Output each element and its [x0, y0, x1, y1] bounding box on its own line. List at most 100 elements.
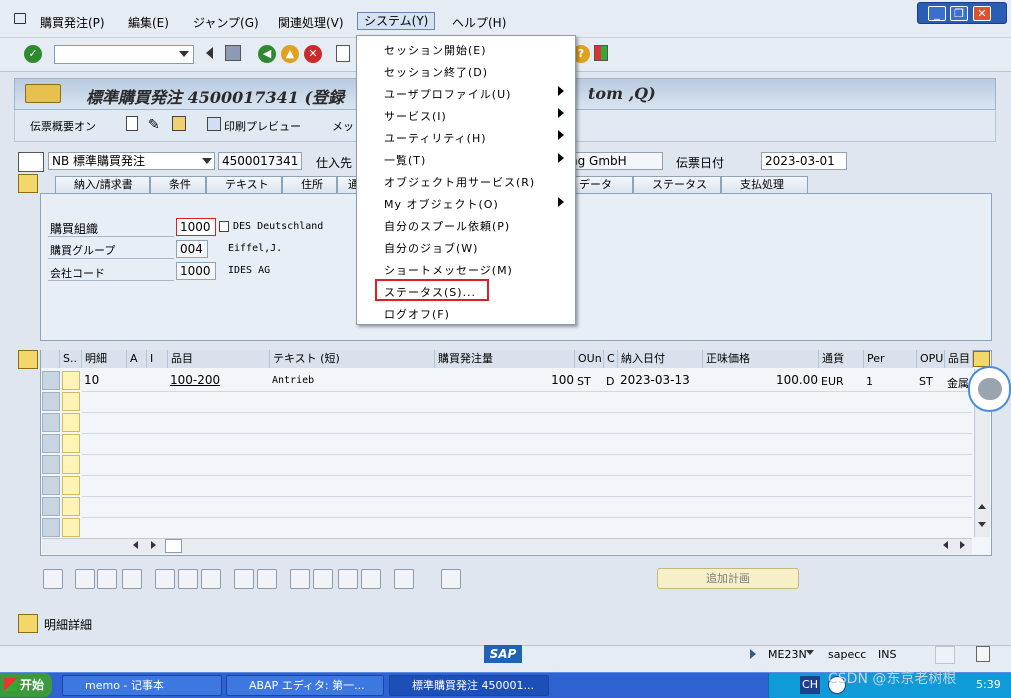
purch-org-field[interactable]: 1000: [176, 218, 216, 236]
messages-button[interactable]: メッ: [332, 118, 354, 134]
column-delivery-date[interactable]: 納入日付: [618, 350, 703, 368]
print-icon[interactable]: [336, 45, 350, 62]
taskbar-item-purchase-order[interactable]: 標準購買発注 450001...: [389, 675, 549, 696]
assistant-icon[interactable]: [968, 366, 1011, 412]
status-expand-icon[interactable]: [750, 649, 756, 659]
tab-address[interactable]: 住所: [282, 176, 337, 194]
unlock-icon[interactable]: [201, 569, 221, 589]
cell-opu[interactable]: ST: [919, 375, 933, 388]
cell-per[interactable]: 1: [866, 375, 873, 388]
cell-quantity[interactable]: 100: [540, 373, 574, 387]
filter-icon[interactable]: [338, 569, 358, 589]
lock-icon[interactable]: [178, 569, 198, 589]
services-icon[interactable]: [394, 569, 414, 589]
row-selector[interactable]: [42, 455, 60, 474]
menu-item-logoff[interactable]: ログオフ(F): [384, 306, 450, 322]
menu-item-create-session[interactable]: セッション開始(E): [384, 42, 487, 58]
document-type-dropdown-icon[interactable]: [202, 158, 212, 164]
menu-purchase-order[interactable]: 購買発注(P): [40, 14, 105, 31]
back-icon[interactable]: ◀: [258, 45, 276, 63]
command-field[interactable]: [54, 45, 194, 64]
layout-icon[interactable]: [594, 45, 608, 61]
row-flag[interactable]: [62, 413, 80, 432]
row-selector[interactable]: [42, 413, 60, 432]
menu-edit[interactable]: 編集(E): [128, 14, 169, 31]
copy-row-icon[interactable]: [234, 569, 254, 589]
cell-delivery-date[interactable]: 2023-03-13: [620, 373, 690, 387]
menu-item-object-services[interactable]: オブジェクト用サービス(R): [384, 174, 535, 190]
additional-planning-button[interactable]: 追加計画: [657, 568, 799, 589]
other-document-icon[interactable]: [172, 116, 186, 131]
lock-status-icon[interactable]: [976, 646, 990, 662]
tab-conditions[interactable]: 条件: [150, 176, 206, 194]
menu-item-user-profile[interactable]: ユーザプロファイル(U): [384, 86, 511, 102]
document-overview-button[interactable]: 伝票概要オン: [30, 118, 96, 134]
back-arrow-icon[interactable]: [206, 47, 213, 59]
row-selector[interactable]: [42, 392, 60, 411]
sort-descending-icon[interactable]: [313, 569, 333, 589]
menu-item-list[interactable]: 一覧(T): [384, 152, 426, 168]
taskbar-item-notepad[interactable]: memo - 记事本: [62, 675, 222, 696]
minimize-icon[interactable]: _: [928, 6, 946, 21]
menu-item-services[interactable]: サービス(I): [384, 108, 447, 124]
item-detail-toggle-icon[interactable]: [18, 614, 38, 633]
tab-status[interactable]: ステータス: [633, 176, 721, 194]
column-per[interactable]: Per: [864, 350, 917, 368]
row-selector[interactable]: [42, 434, 60, 453]
menu-item-utilities[interactable]: ユーティリティ(H): [384, 130, 487, 146]
menu-help[interactable]: ヘルプ(H): [452, 14, 506, 31]
scroll-left-icon[interactable]: [133, 541, 138, 549]
document-list-icon[interactable]: [441, 569, 461, 589]
company-code-field[interactable]: 1000: [176, 262, 216, 280]
cell-net-price[interactable]: 100.00: [750, 373, 818, 387]
row-selector[interactable]: [42, 371, 60, 390]
column-short-text[interactable]: テキスト (短): [270, 350, 435, 368]
collapse-icon[interactable]: [97, 569, 117, 589]
row-selector[interactable]: [42, 518, 60, 537]
document-icon[interactable]: [25, 84, 61, 103]
menu-item-end-session[interactable]: セッション終了(D): [384, 64, 488, 80]
row-flag[interactable]: [62, 518, 80, 537]
column-material-group[interactable]: 品目: [945, 350, 973, 368]
column-net-price[interactable]: 正味価格: [703, 350, 819, 368]
cell-oun[interactable]: ST: [577, 375, 591, 388]
save-icon[interactable]: [225, 45, 241, 61]
enter-icon[interactable]: ✓: [24, 45, 42, 63]
transaction-dropdown-icon[interactable]: [806, 650, 814, 655]
column-a[interactable]: A: [127, 350, 147, 368]
document-date-field[interactable]: 2023-03-01: [761, 152, 847, 170]
menu-jump[interactable]: ジャンプ(G): [193, 14, 259, 31]
column-currency[interactable]: 通貨: [819, 350, 864, 368]
cart-icon[interactable]: [18, 152, 44, 172]
new-document-icon[interactable]: [126, 116, 138, 131]
expand-icon[interactable]: [75, 569, 95, 589]
row-flag[interactable]: [62, 434, 80, 453]
column-c[interactable]: C: [604, 350, 618, 368]
row-selector[interactable]: [42, 497, 60, 516]
scroll-right-end-icon[interactable]: [960, 541, 965, 549]
cell-short-text[interactable]: Antrieb: [272, 375, 314, 386]
print-preview-icon[interactable]: [207, 117, 221, 131]
row-flag[interactable]: [62, 497, 80, 516]
row-flag[interactable]: [62, 476, 80, 495]
print-preview-button[interactable]: 印刷プレビュー: [224, 118, 301, 134]
edit-pencil-icon[interactable]: ✎: [148, 117, 160, 133]
tab-texts[interactable]: テキスト: [206, 176, 282, 194]
select-all-icon[interactable]: [41, 350, 60, 368]
grid-icon[interactable]: [257, 569, 277, 589]
close-icon[interactable]: ✕: [973, 6, 991, 21]
tab-payment[interactable]: 支払処理: [721, 176, 808, 194]
exit-icon[interactable]: ▲: [281, 45, 299, 63]
item-detail-icon[interactable]: [43, 569, 63, 589]
row-selector[interactable]: [42, 476, 60, 495]
command-dropdown-icon[interactable]: [179, 51, 189, 57]
restore-icon[interactable]: ❐: [950, 6, 968, 21]
row-flag[interactable]: [62, 455, 80, 474]
cell-c[interactable]: D: [606, 375, 614, 388]
menu-item-my-objects[interactable]: My オブジェクト(O): [384, 196, 499, 212]
menu-icon[interactable]: [14, 13, 26, 24]
items-toggle-icon[interactable]: [18, 350, 38, 369]
purch-group-field[interactable]: 004: [176, 240, 208, 258]
table-settings-icon[interactable]: [973, 351, 990, 367]
column-i[interactable]: I: [147, 350, 168, 368]
